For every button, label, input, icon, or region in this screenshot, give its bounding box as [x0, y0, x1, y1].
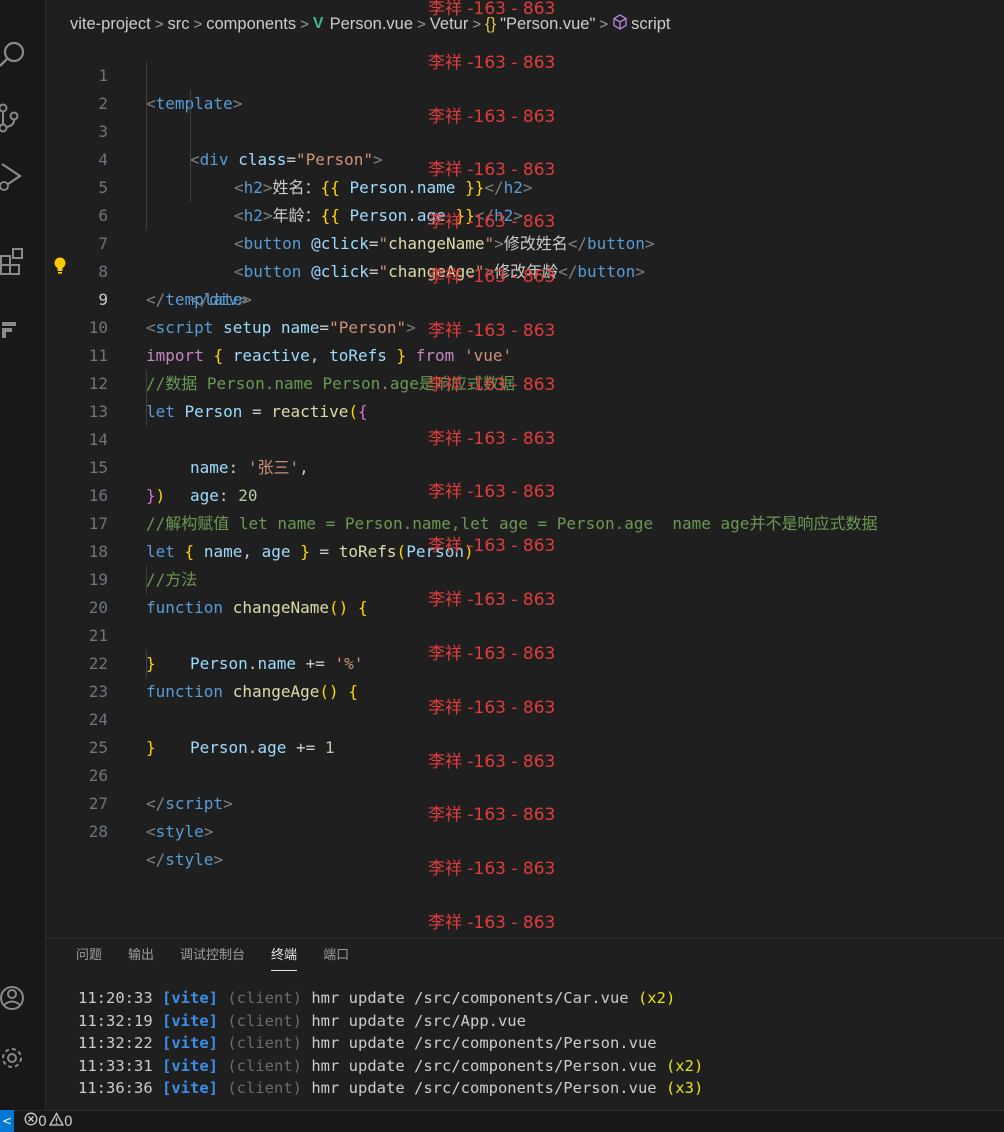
extensions-icon[interactable]: [0, 244, 46, 284]
tab-problems[interactable]: 问题: [76, 939, 102, 975]
terminal-line: 11:36:36 [vite] (client) hmr update /src…: [78, 1079, 704, 1097]
breadcrumb: vite-project > src > components > V Pers…: [70, 13, 671, 35]
watermark: 李祥 -163 - 863: [428, 429, 556, 449]
watermark: 李祥 -163 - 863: [428, 859, 556, 879]
source-control-icon[interactable]: [0, 100, 46, 140]
gear-icon[interactable]: [0, 1040, 46, 1080]
warning-icon: [48, 1111, 65, 1132]
watermark: 李祥 -163 - 863: [428, 752, 556, 772]
terminal-line: 11:32:22 [vite] (client) hmr update /src…: [78, 1034, 657, 1052]
bottom-panel: 问题 输出 调试控制台 终端 端口 11:20:33 [vite] (clien…: [46, 938, 1004, 1110]
warning-count: 0: [63, 1114, 73, 1130]
panel-tabs: 问题 输出 调试控制台 终端 端口: [76, 939, 375, 975]
terminal-line: 11:32:19 [vite] (client) hmr update /src…: [78, 1011, 526, 1030]
breadcrumb-item-project[interactable]: vite-project: [70, 15, 151, 34]
chevron-right-icon: >: [417, 15, 426, 33]
watermark: 李祥 -163 - 863: [428, 536, 556, 556]
terminal-line: 11:33:31 [vite] (client) hmr update /src…: [78, 1056, 704, 1075]
watermark: 李祥 -163 - 863: [428, 53, 556, 73]
tab-debug-console[interactable]: 调试控制台: [180, 939, 245, 975]
watermark: 李祥 -163 - 863: [428, 321, 556, 341]
code-line: 10 import { reactive, toRefs } from 'vue…: [46, 286, 1004, 365]
watermark: 李祥 -163 - 863: [428, 160, 556, 180]
code-line: 12 let Person = reactive({: [46, 342, 1004, 421]
editor[interactable]: vite-project > src > components > V Pers…: [46, 0, 1004, 938]
problems-status[interactable]: 0 0: [24, 1111, 73, 1132]
tab-terminal[interactable]: 终端: [271, 939, 298, 975]
code-line: 8 </template>: [46, 230, 1004, 309]
breadcrumb-item-script[interactable]: script: [631, 15, 670, 34]
symbol-cube-icon: [612, 13, 628, 35]
error-icon: [24, 1111, 38, 1132]
testing-icon[interactable]: [0, 318, 46, 358]
watermark: 李祥 -163 - 863: [428, 590, 556, 610]
code-line: 14 age: 20: [46, 398, 1004, 505]
status-bar: < 0 0: [0, 1110, 1004, 1132]
watermark: 李祥 -163 - 863: [428, 0, 556, 19]
chevron-right-icon: >: [193, 15, 203, 33]
chevron-right-icon: >: [599, 15, 609, 33]
error-count: 0: [38, 1114, 47, 1130]
activity-bar: [0, 0, 46, 1110]
chevron-right-icon: >: [154, 15, 164, 33]
watermark: 李祥 -163 - 863: [428, 698, 556, 718]
run-debug-icon[interactable]: [0, 160, 46, 200]
watermark: 李祥 -163 - 863: [428, 267, 556, 287]
line-number: 28: [88, 822, 108, 841]
tab-ports[interactable]: 端口: [323, 939, 349, 975]
watermark: 李祥 -163 - 863: [428, 482, 556, 502]
watermark: 李祥 -163 - 863: [428, 913, 556, 933]
watermark: 李祥 -163 - 863: [428, 644, 556, 664]
terminal-line: 11:20:33 [vite] (client) hmr update /src…: [78, 989, 676, 1007]
breadcrumb-item-src[interactable]: src: [167, 15, 189, 34]
tab-output[interactable]: 输出: [128, 939, 154, 975]
terminal-output[interactable]: 11:20:33 [vite] (client) hmr update /src…: [78, 987, 703, 1100]
watermark: 李祥 -163 - 863: [428, 375, 556, 395]
breadcrumb-item-file[interactable]: Person.vue: [330, 15, 413, 34]
search-icon[interactable]: [0, 40, 46, 80]
lightbulb-icon[interactable]: [54, 257, 66, 279]
remote-indicator[interactable]: <: [0, 1110, 14, 1132]
chevron-right-icon: >: [300, 15, 309, 33]
vue-file-icon: V: [312, 15, 324, 32]
watermark: 李祥 -163 - 863: [428, 212, 556, 232]
breadcrumb-item-components[interactable]: components: [206, 15, 296, 34]
account-icon[interactable]: [0, 984, 46, 1024]
watermark: 李祥 -163 - 863: [428, 805, 556, 825]
watermark: 李祥 -163 - 863: [428, 107, 556, 127]
